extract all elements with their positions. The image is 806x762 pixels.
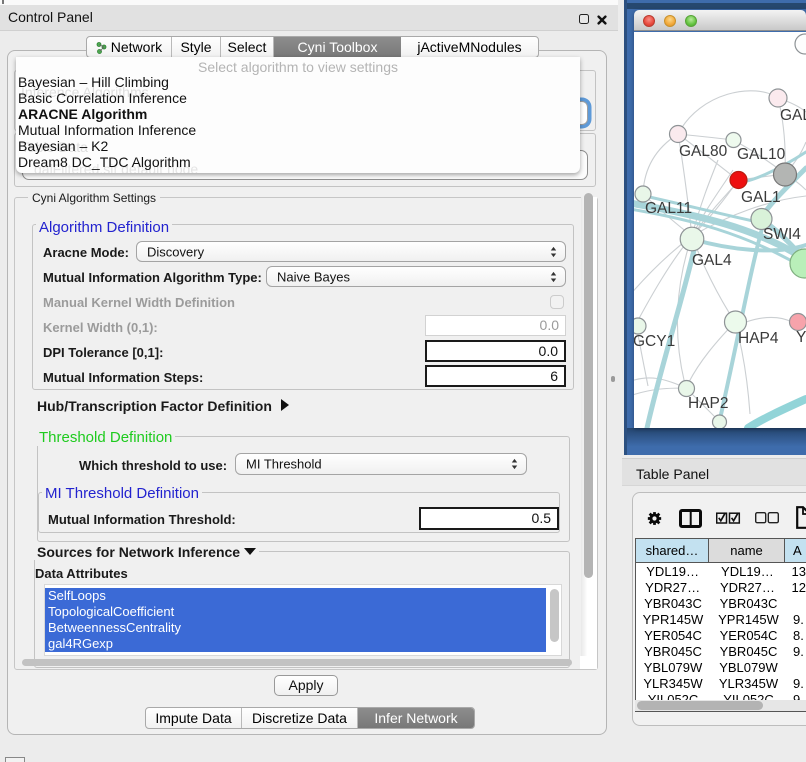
svg-text:HAP2: HAP2 xyxy=(688,395,729,412)
svg-text:HAP4: HAP4 xyxy=(738,330,779,347)
svg-text:GCY1: GCY1 xyxy=(634,333,675,350)
svg-text:SWI4: SWI4 xyxy=(763,226,801,243)
svg-text:GAL80: GAL80 xyxy=(679,143,728,160)
svg-text:Y: Y xyxy=(796,329,806,346)
svg-text:GAL11: GAL11 xyxy=(645,200,692,217)
svg-text:GAL1: GAL1 xyxy=(741,189,781,206)
svg-text:GAL: GAL xyxy=(780,107,806,124)
svg-text:GAL10: GAL10 xyxy=(737,146,786,163)
svg-text:GAL4: GAL4 xyxy=(692,252,732,269)
